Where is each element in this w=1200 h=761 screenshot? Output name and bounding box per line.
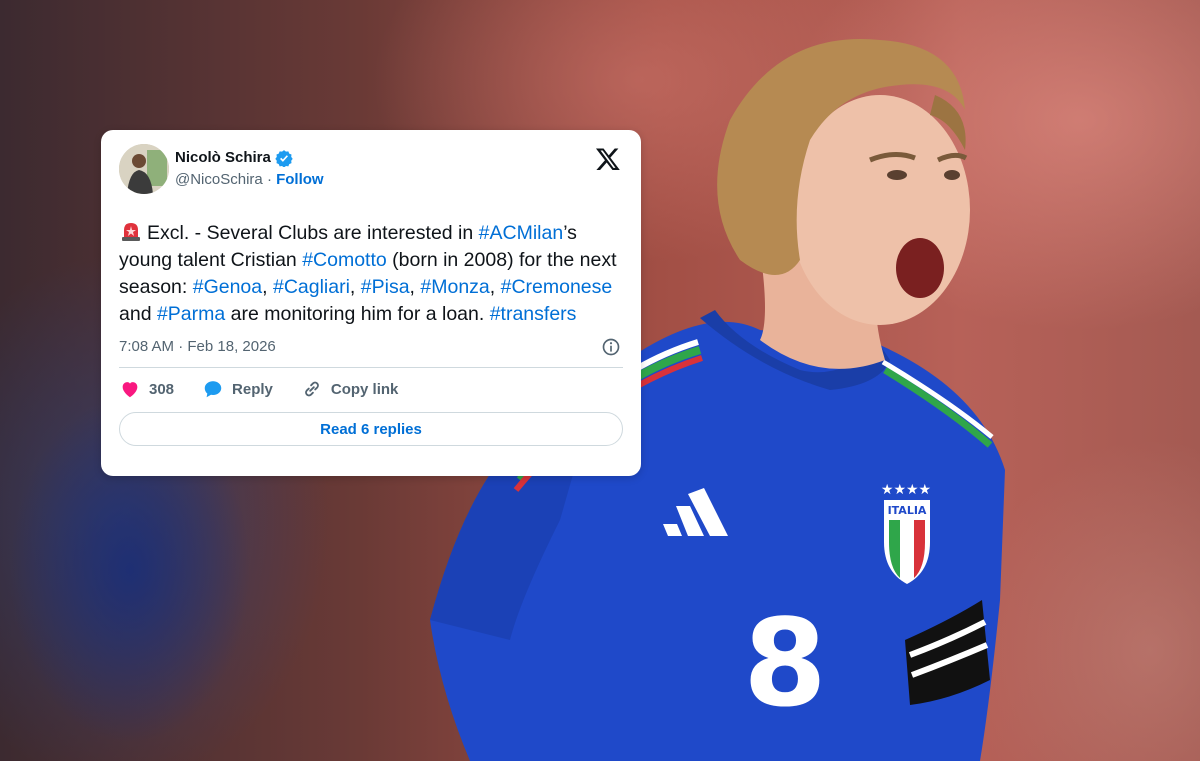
jersey-number: 8 [743,595,827,734]
hashtag-acmilan[interactable]: #ACMilan [479,222,564,244]
separator-dot: · [266,171,272,188]
copy-link-button[interactable]: Copy link [301,378,399,400]
tweet-card[interactable]: Nicolò Schira @NicoSchira · Follow Excl.… [101,130,641,476]
hashtag-monza[interactable]: #Monza [420,276,489,298]
tweet-text-part: , [349,276,361,298]
hashtag-comotto[interactable]: #Comotto [302,249,387,271]
like-count: 308 [149,380,175,398]
hashtag-transfers[interactable]: #transfers [490,303,577,325]
read-replies-label: Read 6 replies [320,420,422,438]
tweet-text-part: , [409,276,421,298]
reply-icon [204,381,222,398]
crest-text: ITALIA [888,504,927,517]
x-logo-icon[interactable] [595,146,621,172]
follow-button[interactable]: Follow [276,171,324,188]
action-bar: 308 Reply Copy link [119,368,623,410]
tweet-header: Nicolò Schira @NicoSchira · Follow [119,144,623,196]
avatar[interactable] [119,144,169,194]
author-name[interactable]: Nicolò Schira [175,148,271,168]
tweet-text-part: and [119,303,157,325]
tweet-text-part: , [262,276,273,298]
hashtag-genoa[interactable]: #Genoa [193,276,262,298]
read-replies-button[interactable]: Read 6 replies [119,412,623,446]
svg-text:★★★★: ★★★★ [881,482,931,498]
author-handle[interactable]: @NicoSchira [175,171,263,188]
tweet-text-part: Excl. - Several Clubs are interested in [147,222,479,244]
info-icon[interactable] [601,337,621,357]
verified-badge-icon [275,150,293,167]
hashtag-parma[interactable]: #Parma [157,303,225,325]
reply-button[interactable]: Reply [202,378,273,400]
reply-label: Reply [232,380,273,398]
siren-icon [122,223,140,241]
tweet-text-part: are monitoring him for a loan. [225,303,490,325]
hashtag-cremonese[interactable]: #Cremonese [501,276,613,298]
like-button[interactable]: 308 [119,378,174,400]
hashtag-pisa[interactable]: #Pisa [361,276,410,298]
copy-link-label: Copy link [330,380,399,398]
tweet-timestamp[interactable]: 7:08 AM · Feb 18, 2026 [119,338,276,355]
tweet-text-part: , [489,276,501,298]
hashtag-cagliari[interactable]: #Cagliari [273,276,350,298]
tweet-text: Excl. - Several Clubs are interested in … [119,218,619,328]
heart-icon [122,382,138,398]
link-icon [305,381,319,397]
